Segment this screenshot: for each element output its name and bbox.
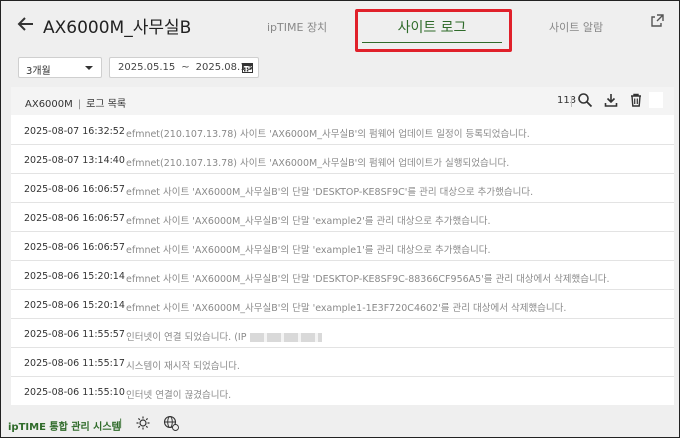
panel-title-separator: |: [77, 99, 82, 110]
date-separator: ~: [181, 62, 190, 73]
log-message: efmnet(210.107.13.78) 사이트 'AX6000M_사무실B'…: [126, 158, 510, 169]
log-count: 113: [557, 95, 577, 106]
log-panel: AX6000M | 로그 목록 113 2025-08-07 16:32:52 ef…: [11, 87, 674, 405]
log-list: 2025-08-07 16:32:52 efmnet(210.107.13.78…: [11, 116, 674, 406]
tab-site-alarm[interactable]: 사이트 알람: [549, 19, 603, 35]
period-select[interactable]: 3개월: [18, 57, 102, 78]
header: AX6000M_사무실B ipTIME 장치 사이트 로그 사이트 알람: [1, 1, 679, 52]
log-row: 2025-08-06 16:06:57 efmnet 사이트 'AX6000M_…: [11, 174, 674, 203]
log-row: 2025-08-07 13:14:40 efmnet(210.107.13.78…: [11, 145, 674, 174]
log-time: 2025-08-06 11:55:57: [24, 329, 125, 340]
toolbar-divider: [571, 96, 572, 107]
log-time: 2025-08-06 15:20:14: [24, 271, 125, 282]
log-row: 2025-08-07 16:32:52 efmnet(210.107.13.78…: [11, 116, 674, 145]
chevron-down-icon: [85, 66, 93, 70]
log-message: efmnet 사이트 'AX6000M_사무실B'의 단말 'example1-…: [126, 303, 567, 314]
log-message: efmnet 사이트 'AX6000M_사무실B'의 단말 'example2'…: [126, 216, 491, 227]
date-from: 2025.05.15: [118, 62, 176, 73]
log-message-text: 인터넷이 연결 되었습니다. (IP: [126, 332, 247, 343]
footer-separator: |: [119, 418, 123, 429]
search-icon[interactable]: [577, 92, 593, 108]
sun-icon[interactable]: [135, 415, 151, 431]
log-row: 2025-08-06 16:06:57 efmnet 사이트 'AX6000M_…: [11, 203, 674, 232]
date-range-picker[interactable]: 2025.05.15 ~2025.08.13: [109, 57, 259, 78]
log-message: 인터넷 연결이 끊겼습니다.: [126, 390, 232, 401]
back-arrow-icon[interactable]: [15, 13, 37, 35]
log-message: efmnet(210.107.13.78) 사이트 'AX6000M_사무실B'…: [126, 129, 530, 140]
globe-icon[interactable]: [163, 415, 179, 431]
panel-header: AX6000M | 로그 목록 113: [11, 87, 674, 115]
log-time: 2025-08-06 15:20:14: [24, 300, 125, 311]
log-message: 인터넷이 연결 되었습니다. (IP: [126, 329, 323, 343]
log-row: 2025-08-06 15:20:14 efmnet 사이트 'AX6000M_…: [11, 290, 674, 319]
tab-iptime-devices[interactable]: ipTIME 장치: [267, 19, 327, 35]
log-time: 2025-08-06 16:06:57: [24, 184, 125, 195]
log-time: 2025-08-06 11:55:17: [24, 358, 125, 369]
log-row: 2025-08-06 11:55:57 인터넷이 연결 되었습니다. (IP: [11, 319, 674, 348]
panel-title: AX6000M | 로그 목록: [25, 95, 126, 110]
log-row: 2025-08-06 15:20:14 efmnet 사이트 'AX6000M_…: [11, 261, 674, 290]
download-icon[interactable]: [603, 92, 619, 108]
log-message: efmnet 사이트 'AX6000M_사무실B'의 단말 'example1'…: [126, 245, 491, 256]
log-time: 2025-08-06 16:06:57: [24, 213, 125, 224]
log-time: 2025-08-06 16:06:57: [24, 242, 125, 253]
log-time: 2025-08-06 11:55:10: [24, 387, 125, 398]
log-row: 2025-08-06 11:55:17 시스템이 재시작 되었습니다.: [11, 348, 674, 377]
panel-device: AX6000M: [25, 99, 73, 110]
panel-list-label: 로그 목록: [86, 99, 127, 110]
footer: ipTIME 통합 관리 시스템 |: [1, 407, 679, 437]
period-value: 3개월: [26, 66, 51, 77]
tab-site-log[interactable]: 사이트 로그: [362, 15, 502, 43]
log-message: efmnet 사이트 'AX6000M_사무실B'의 단말 'DESKTOP-K…: [126, 187, 534, 198]
log-message: efmnet 사이트 'AX6000M_사무실B'의 단말 'DESKTOP-K…: [126, 274, 610, 285]
log-row: 2025-08-06 16:06:57 efmnet 사이트 'AX6000M_…: [11, 232, 674, 261]
trash-icon[interactable]: [628, 92, 644, 108]
log-message: 시스템이 재시작 되었습니다.: [126, 361, 240, 372]
share-icon[interactable]: [649, 13, 665, 29]
device-title: AX6000M_사무실B: [43, 18, 192, 38]
redacted-ip: [250, 333, 323, 342]
log-row: 2025-08-06 11:55:10 인터넷 연결이 끊겼습니다.: [11, 377, 674, 406]
more-button[interactable]: [649, 92, 663, 108]
brand-label: ipTIME 통합 관리 시스템: [8, 422, 121, 433]
calendar-icon[interactable]: [242, 62, 253, 73]
log-time: 2025-08-07 13:14:40: [24, 155, 125, 166]
log-time: 2025-08-07 16:32:52: [24, 126, 125, 137]
